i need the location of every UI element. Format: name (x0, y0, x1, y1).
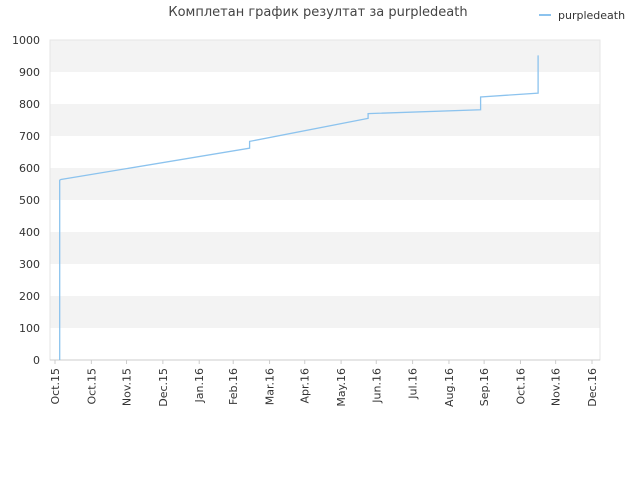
grid-band (50, 200, 600, 232)
grid-band (50, 232, 600, 264)
x-tick-label: Nov.16 (550, 368, 563, 406)
y-tick-label: 1000 (12, 34, 40, 47)
x-tick-label: Dec.16 (586, 368, 599, 407)
x-tick-label: Jun.16 (370, 368, 383, 404)
x-tick-label: Mar.16 (264, 368, 277, 405)
x-tick-label: Sep.16 (478, 368, 491, 406)
x-tick-label: Aug.16 (443, 368, 456, 407)
y-tick-label: 0 (33, 354, 40, 367)
grid-bands (50, 40, 600, 360)
x-tick-label: Jan.16 (193, 368, 206, 403)
grid-band (50, 136, 600, 168)
x-tick-label: Dec.15 (157, 368, 170, 407)
x-tick-label: Feb.16 (227, 368, 240, 405)
y-tick-label: 200 (19, 290, 40, 303)
x-tick-label: Nov.15 (121, 368, 134, 406)
y-tick-label: 300 (19, 258, 40, 271)
grid-band (50, 296, 600, 328)
grid-band (50, 264, 600, 296)
y-tick-label: 600 (19, 162, 40, 175)
y-tick-label: 800 (19, 98, 40, 111)
x-axis-ticks (54, 360, 593, 364)
y-tick-label: 500 (19, 194, 40, 207)
y-tick-label: 700 (19, 130, 40, 143)
chart: Комплетан график резултат за purpledeath… (12, 5, 625, 407)
chart-title: Комплетан график резултат за purpledeath (168, 5, 467, 20)
x-axis-labels: Oct.15 Oct.15 Nov.15 Dec.15 Jan.16 Feb.16 Mar.… (49, 368, 599, 407)
y-tick-label: 900 (19, 66, 40, 79)
grid-band (50, 72, 600, 104)
x-tick-label: May.16 (335, 368, 348, 407)
legend: purpledeath (539, 9, 625, 22)
y-tick-label: 400 (19, 226, 40, 239)
x-tick-label: Jul.16 (407, 368, 420, 400)
grid-band (50, 104, 600, 136)
grid-band (50, 328, 600, 360)
y-tick-label: 100 (19, 322, 40, 335)
legend-label-purpledeath: purpledeath (558, 9, 625, 22)
grid-band (50, 40, 600, 72)
y-axis-labels: 0 100 200 300 400 500 600 700 800 900 1000 (12, 34, 40, 367)
x-tick-label: Apr.16 (299, 368, 312, 404)
x-tick-label: Oct.15 (49, 368, 62, 405)
grid-band (50, 168, 600, 200)
x-tick-label: Oct.15 (85, 368, 98, 405)
x-tick-label: Oct.16 (514, 368, 527, 405)
